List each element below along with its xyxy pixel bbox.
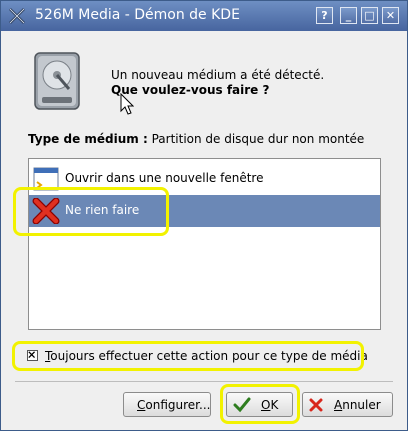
always-checkbox-label: Toujours effectuer cette action pour ce …	[45, 349, 368, 363]
help-button[interactable]: ?	[316, 7, 333, 24]
maximize-button[interactable]: □	[361, 7, 378, 24]
ok-button[interactable]: OK	[226, 392, 293, 417]
title-bar[interactable]: 526M Media - Démon de KDE ? _ □ ✕	[1, 1, 407, 31]
cancel-label: Annuler	[334, 398, 381, 412]
checkmark-x-icon	[28, 351, 36, 359]
cancel-button[interactable]: Annuler	[302, 392, 393, 417]
mouse-cursor-icon	[120, 93, 134, 115]
action-list[interactable]: Ouvrir dans une nouvelle fenêtre Ne rien…	[28, 158, 381, 330]
hard-disk-icon	[34, 52, 80, 110]
medium-type-label: Type de médium :	[28, 132, 148, 146]
red-x-icon	[32, 198, 60, 224]
minimize-button[interactable]: _	[340, 7, 357, 24]
kde-x-icon[interactable]	[7, 6, 27, 26]
window-title: 526M Media - Démon de KDE	[35, 7, 240, 23]
medium-type-value: Partition de disque dur non montée	[151, 132, 365, 146]
ok-label: OK	[261, 398, 279, 412]
list-item-label: Ouvrir dans une nouvelle fenêtre	[65, 171, 264, 185]
checkmark-icon	[233, 397, 251, 413]
list-item-do-nothing[interactable]: Ne rien faire	[29, 195, 380, 227]
separator	[15, 381, 393, 382]
cancel-x-icon	[309, 398, 323, 412]
always-checkbox[interactable]	[27, 350, 38, 361]
list-item-open-window[interactable]: Ouvrir dans une nouvelle fenêtre	[29, 163, 380, 195]
question-text: Que voulez-vous faire ?	[111, 83, 270, 97]
close-button[interactable]: ✕	[382, 7, 399, 24]
detected-message: Un nouveau médium a été détecté.	[111, 68, 325, 82]
dialog-window: 526M Media - Démon de KDE ? _ □ ✕ Un nou…	[0, 0, 408, 431]
configure-label: Configurer...	[137, 398, 211, 412]
configure-button[interactable]: Configurer...	[123, 392, 211, 417]
new-window-icon	[33, 167, 59, 191]
list-item-label: Ne rien faire	[65, 203, 140, 217]
medium-type-row: Type de médium : Partition de disque dur…	[28, 132, 364, 146]
